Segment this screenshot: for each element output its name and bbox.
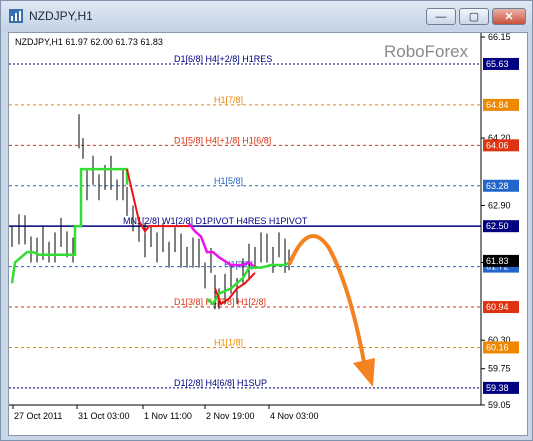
- level-price-tag-text: 63.28: [486, 181, 509, 191]
- price-chart[interactable]: NZDJPY,H1 61.97 62.00 61.73 61.83 RoboFo…: [9, 33, 527, 435]
- level-price-tag-text: 65.63: [486, 59, 509, 69]
- close-icon: ✕: [504, 11, 514, 23]
- level-price-tag-text: 64.06: [486, 140, 509, 150]
- level-label: H1[7/8]: [214, 95, 243, 105]
- level-price-tag-text: 60.94: [486, 302, 509, 312]
- close-button[interactable]: ✕: [492, 8, 526, 25]
- price-tags: 65.6364.8464.0663.2862.5061.7260.9460.16…: [483, 57, 519, 394]
- projection-arrowhead: [353, 358, 375, 387]
- maximize-button[interactable]: ▢: [459, 8, 489, 25]
- chart-app-icon: [9, 9, 23, 23]
- y-tick-label: 62.90: [488, 200, 511, 210]
- level-label: D1[6/8] H4[+2/8] H1RES: [174, 54, 272, 64]
- chart-area[interactable]: NZDJPY,H1 61.97 62.00 61.73 61.83 RoboFo…: [8, 32, 528, 436]
- watermark: RoboForex: [384, 42, 469, 61]
- level-price-tag-text: 64.84: [486, 100, 509, 110]
- y-tick-label: 59.75: [488, 364, 511, 374]
- x-tick-label: 4 Nov 03:00: [270, 411, 319, 421]
- chart-window: NZDJPY,H1 — ▢ ✕ NZDJPY,H1 61.97 62.00 61…: [0, 0, 533, 441]
- y-tick-label: 66.15: [488, 33, 511, 42]
- y-tick-label: 59.05: [488, 400, 511, 410]
- chart-header: NZDJPY,H1 61.97 62.00 61.73 61.83: [15, 37, 163, 47]
- x-tick-label: 27 Oct 2011: [14, 411, 62, 421]
- level-price-tag-text: 59.38: [486, 383, 509, 393]
- x-tick-label: 1 Nov 11:00: [144, 411, 192, 421]
- minimize-icon: —: [435, 10, 447, 23]
- window-title: NZDJPY,H1: [29, 9, 93, 23]
- x-tick-label: 31 Oct 03:00: [78, 411, 130, 421]
- level-price-tag-text: 60.16: [486, 342, 509, 352]
- level-label: MN1[2/8] W1[2/8] D1PIVOT H4RES H1PIVOT: [123, 216, 308, 226]
- minimize-button[interactable]: —: [426, 8, 456, 25]
- level-label: D1[5/8] H4[+1/8] H1[6/8]: [174, 135, 271, 145]
- x-axis: 27 Oct 2011 31 Oct 03:00 1 Nov 11:00 2 Nov …: [12, 405, 319, 421]
- level-label: H1[5/8]: [214, 176, 243, 186]
- level-label: H1[1/8]: [214, 337, 243, 347]
- maximize-icon: ▢: [468, 11, 480, 23]
- title-bar[interactable]: NZDJPY,H1 — ▢ ✕: [1, 1, 532, 31]
- x-tick-label: 2 Nov 19:00: [206, 411, 255, 421]
- level-price-tag-text: 62.50: [486, 221, 509, 231]
- level-label: D1[2/8] H4[6/8] H1SUP: [174, 378, 267, 388]
- current-price-tag-text: 61.83: [486, 256, 509, 266]
- projection-arrow: [288, 234, 368, 375]
